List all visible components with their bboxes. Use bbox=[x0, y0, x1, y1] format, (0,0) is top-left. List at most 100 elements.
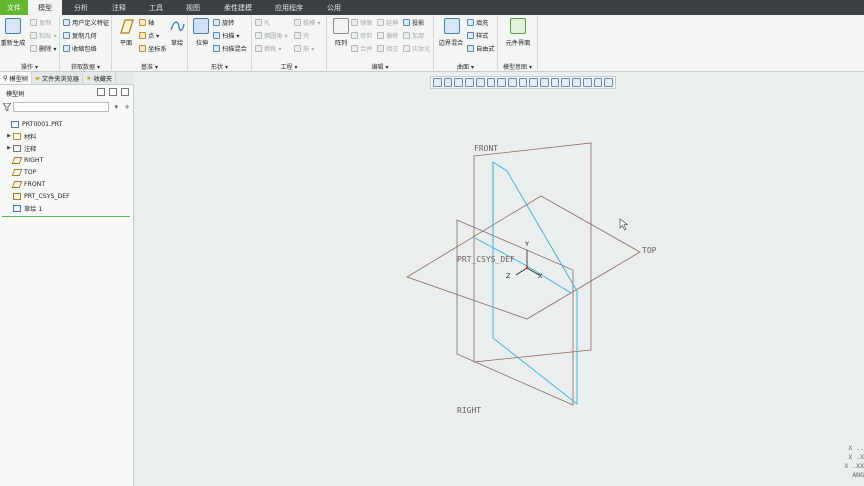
tree-show-icon[interactable] bbox=[121, 88, 129, 96]
udf-icon bbox=[63, 19, 70, 26]
swept-blend-button[interactable]: 扫描混合 bbox=[213, 44, 247, 53]
intersect-button[interactable]: 相交 bbox=[377, 44, 398, 53]
favorites-icon: ★ bbox=[86, 74, 92, 82]
mouse-cursor bbox=[619, 218, 629, 231]
pattern-button[interactable]: 阵列 bbox=[330, 38, 352, 47]
filter-icon[interactable] bbox=[3, 102, 11, 111]
tab-tools[interactable]: 工具 bbox=[138, 0, 174, 15]
group-operations: 重新生成 复制 粘贴 ▾ 删除 ▾ 操作 ▾ bbox=[0, 15, 60, 72]
tree-item-label: FRONT bbox=[24, 180, 46, 188]
delete-button[interactable]: 删除 ▾ bbox=[30, 44, 56, 53]
tab-file[interactable]: 文件 bbox=[0, 0, 28, 15]
hole-button[interactable]: 孔 bbox=[255, 18, 270, 27]
coord-readout-2: X .X bbox=[848, 453, 864, 461]
tree-item-label: RIGHT bbox=[24, 156, 44, 164]
regenerate-button[interactable]: 重新生成 bbox=[0, 38, 26, 47]
expand-arrow-icon[interactable]: ▶ bbox=[6, 133, 12, 139]
group-label-surfaces: 曲面 ▾ bbox=[457, 64, 474, 71]
group-label-shapes: 形状 ▾ bbox=[211, 64, 228, 71]
tab-flexible-modeling[interactable]: 柔性建模 bbox=[212, 0, 264, 15]
offset-button[interactable]: 偏移 bbox=[377, 31, 398, 40]
solidify-icon bbox=[403, 45, 410, 52]
group-label-editing: 编辑 ▾ bbox=[371, 64, 389, 71]
trim-button[interactable]: 修剪 bbox=[351, 31, 372, 40]
tree-search-input[interactable] bbox=[12, 101, 110, 112]
solidify-button[interactable]: 实体化 bbox=[403, 44, 431, 53]
tree-columns-icon[interactable] bbox=[97, 88, 105, 96]
shell-button[interactable]: 壳 bbox=[294, 31, 309, 40]
style-icon bbox=[467, 32, 474, 39]
tab-model-tree[interactable]: ⚲ 模型树 bbox=[0, 72, 33, 84]
group-shapes: 拉伸 旋转 扫描 ▾ 扫描混合 形状 ▾ bbox=[188, 15, 252, 72]
axis-button[interactable]: 轴 bbox=[139, 18, 154, 27]
csys-label[interactable]: PRT_CSYS_DEF bbox=[457, 255, 515, 264]
tab-favorites[interactable]: ★ 收藏夹 bbox=[83, 72, 117, 84]
sweep-icon bbox=[213, 32, 220, 39]
tree-item[interactable]: 草绘 1 bbox=[0, 202, 134, 214]
tab-analysis[interactable]: 分析 bbox=[62, 0, 100, 15]
add-icon[interactable]: + bbox=[123, 103, 131, 111]
udf-button[interactable]: 用户定义特征 bbox=[63, 18, 109, 27]
shrinkwrap-button[interactable]: 收缩包络 bbox=[63, 44, 97, 53]
chamfer-button[interactable]: 倒角 ▾ bbox=[255, 44, 281, 53]
group-surfaces: 边界混合 填充 样式 自由式 曲面 ▾ bbox=[434, 15, 498, 72]
paste-button[interactable]: 粘贴 ▾ bbox=[30, 31, 56, 40]
fill-icon bbox=[467, 19, 474, 26]
right-plane-label[interactable]: RIGHT bbox=[457, 406, 481, 415]
top-plane-label[interactable]: TOP bbox=[642, 246, 656, 255]
tree-item-label: TOP bbox=[24, 168, 37, 176]
copy-geometry-button[interactable]: 复制几何 bbox=[63, 31, 97, 40]
boundary-blend-button[interactable]: 边界混合 bbox=[436, 38, 466, 47]
datum-plane-icon bbox=[11, 180, 23, 188]
sketch-button[interactable]: 草绘 bbox=[167, 38, 187, 47]
mirror-button[interactable]: 镜像 bbox=[351, 18, 372, 27]
plane-button[interactable]: 平面 bbox=[115, 38, 137, 47]
extend-button[interactable]: 延伸 bbox=[377, 18, 398, 27]
thicken-button[interactable]: 加厚 bbox=[403, 31, 424, 40]
tree-item[interactable]: ▶ 材料 bbox=[0, 130, 134, 142]
csys-button[interactable]: 坐标系 bbox=[139, 44, 167, 53]
tree-item[interactable]: ▶ 注释 bbox=[0, 142, 134, 154]
revolve-button[interactable]: 旋转 bbox=[213, 18, 234, 27]
front-plane-label[interactable]: FRONT bbox=[474, 144, 498, 153]
draft-icon bbox=[294, 19, 301, 26]
csys-icon bbox=[13, 192, 21, 200]
intersect-icon bbox=[377, 45, 384, 52]
tree-item[interactable]: PRT_CSYS_DEF bbox=[0, 190, 134, 202]
draft-button[interactable]: 拔模 ▾ bbox=[294, 18, 320, 27]
graphics-area[interactable]: FRONT TOP RIGHT PRT_CSYS_DEF Y X Z X .. … bbox=[135, 72, 864, 486]
merge-button[interactable]: 合并 bbox=[351, 44, 372, 53]
tab-view[interactable]: 视图 bbox=[174, 0, 212, 15]
tab-utilities[interactable]: 公用 bbox=[314, 0, 354, 15]
rib-icon bbox=[294, 45, 301, 52]
sweep-button[interactable]: 扫描 ▾ bbox=[213, 31, 239, 40]
freestyle-button[interactable]: 自由式 bbox=[467, 44, 495, 53]
merge-icon bbox=[351, 45, 358, 52]
tree-item[interactable]: RIGHT bbox=[0, 154, 134, 166]
expand-arrow-icon[interactable]: ▶ bbox=[6, 145, 12, 151]
boundary-blend-icon bbox=[444, 18, 460, 34]
tab-applications[interactable]: 应用程序 bbox=[264, 0, 314, 15]
fill-button[interactable]: 填充 bbox=[467, 18, 488, 27]
tree-item[interactable]: TOP bbox=[0, 166, 134, 178]
top-datum-plane bbox=[406, 195, 641, 320]
project-button[interactable]: 投影 bbox=[403, 18, 424, 27]
left-panel: ⚲ 模型树 ▰ 文件夹浏览器 ★ 收藏夹 模型树 ▾ + PRT0001.PRT ▶ 材料… bbox=[0, 72, 134, 486]
extrude-button[interactable]: 拉伸 bbox=[191, 38, 213, 47]
chevron-down-icon[interactable]: ▾ bbox=[112, 103, 120, 111]
tree-settings-icon[interactable] bbox=[109, 88, 117, 96]
component-interface-button[interactable]: 元件界面 bbox=[500, 38, 536, 47]
tab-annotate[interactable]: 注释 bbox=[100, 0, 138, 15]
tab-model[interactable]: 模型 bbox=[28, 0, 62, 15]
group-model-intent: 元件界面 模型意图 ▾ bbox=[498, 15, 538, 72]
point-button[interactable]: 点 ▾ bbox=[139, 31, 159, 40]
tab-folder-browser[interactable]: ▰ 文件夹浏览器 bbox=[32, 72, 83, 84]
offset-icon bbox=[377, 32, 384, 39]
rib-button[interactable]: 筋 ▾ bbox=[294, 44, 314, 53]
copy-button[interactable]: 复制 bbox=[30, 18, 51, 27]
tree-item[interactable]: PRT0001.PRT bbox=[0, 118, 134, 130]
tree-item[interactable]: FRONT bbox=[0, 178, 134, 190]
style-button[interactable]: 样式 bbox=[467, 31, 488, 40]
round-button[interactable]: 倒圆角 ▾ bbox=[255, 31, 288, 40]
sketch-icon bbox=[170, 21, 185, 31]
